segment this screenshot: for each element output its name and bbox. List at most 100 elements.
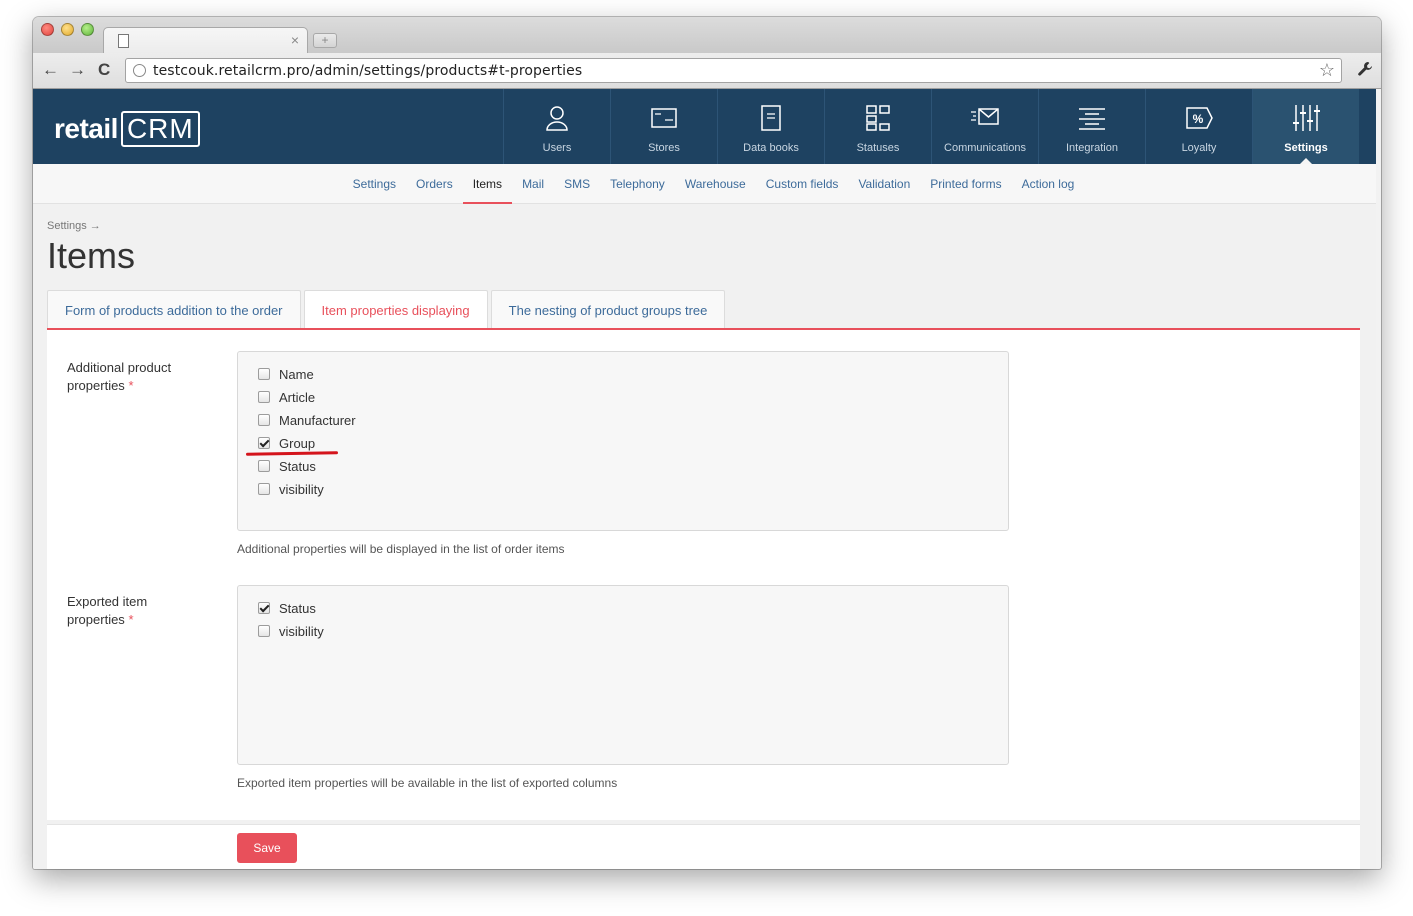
checkbox-checked[interactable] [258, 437, 270, 449]
nav-label: Loyalty [1181, 142, 1217, 154]
nav-item-statuses[interactable]: Statuses [824, 89, 931, 164]
close-window-button[interactable] [41, 23, 54, 36]
checkbox-label: Status [279, 600, 316, 616]
page-icon [118, 34, 129, 48]
label-text: Additional product properties [67, 360, 172, 393]
book-icon [761, 105, 781, 131]
checkbox-row-group[interactable]: Group [258, 433, 315, 453]
subnav-action-log[interactable]: Action log [1012, 164, 1085, 204]
subnav-settings[interactable]: Settings [343, 164, 406, 204]
label-text: Exported item properties [67, 594, 148, 627]
exported-properties-hint: Exported item properties will be availab… [237, 776, 618, 790]
additional-properties-box: Name Article Manufacturer Group Status v… [237, 351, 1009, 531]
page-tabs: Form of products addition to the order I… [47, 290, 728, 328]
subnav-sms[interactable]: SMS [554, 164, 600, 204]
sub-navigation: Settings Orders Items Mail SMS Telephony… [33, 164, 1376, 204]
additional-properties-label: Additional product properties * [67, 359, 207, 395]
nav-item-stores[interactable]: Stores [610, 89, 717, 164]
required-mark: * [128, 378, 134, 393]
checkbox-label: Article [279, 389, 316, 405]
integration-icon [1079, 108, 1105, 130]
bookmark-star-icon[interactable]: ☆ [1319, 60, 1335, 81]
exported-properties-box: Status visibility [237, 585, 1009, 765]
svg-text:%: % [1193, 112, 1204, 126]
nav-item-settings[interactable]: Settings [1252, 89, 1359, 164]
checkbox[interactable] [258, 460, 270, 472]
nav-label: Settings [1284, 142, 1328, 154]
checkbox-label: Group [279, 435, 316, 451]
subnav-items[interactable]: Items [462, 164, 513, 204]
subnav-warehouse[interactable]: Warehouse [675, 164, 756, 204]
tab-item-properties[interactable]: Item properties displaying [303, 290, 488, 328]
subnav-orders[interactable]: Orders [406, 164, 463, 204]
additional-properties-hint: Additional properties will be displayed … [237, 542, 565, 556]
new-tab-button[interactable]: + [313, 33, 337, 48]
app-header: retailCRM Users Stores Data books Statu [33, 89, 1376, 164]
browser-window: × + ← → C testcouk.retailcrm.pro/admin/s… [33, 17, 1381, 869]
checkbox-row-article[interactable]: Article [258, 387, 315, 407]
required-mark: * [128, 612, 134, 627]
user-icon [546, 106, 568, 131]
nav-label: Integration [1066, 142, 1118, 154]
subnav-validation[interactable]: Validation [848, 164, 920, 204]
checkbox-row-status[interactable]: Status [258, 598, 316, 618]
logo-prefix: retail [54, 113, 118, 144]
url-text[interactable]: testcouk.retailcrm.pro/admin/settings/pr… [153, 63, 582, 79]
statuses-icon [866, 105, 890, 131]
page-title: Items [47, 235, 136, 276]
nav-label: Data books [743, 142, 799, 154]
checkbox-label: visibility [279, 623, 324, 639]
checkbox[interactable] [258, 414, 270, 426]
subnav-mail[interactable]: Mail [512, 164, 554, 204]
mail-icon [971, 108, 999, 125]
checkbox-row-manufacturer[interactable]: Manufacturer [258, 410, 356, 430]
wrench-icon[interactable] [1357, 61, 1373, 82]
checkbox[interactable] [258, 368, 270, 380]
browser-toolbar: ← → C testcouk.retailcrm.pro/admin/setti… [33, 53, 1381, 89]
forward-arrow-icon[interactable]: → [69, 60, 86, 80]
checkbox-label: Name [279, 366, 314, 382]
reload-icon[interactable]: C [98, 60, 110, 80]
nav-label: Users [542, 142, 572, 154]
nav-item-communications[interactable]: Communications [931, 89, 1038, 164]
checkbox[interactable] [258, 391, 270, 403]
checkbox-row-name[interactable]: Name [258, 364, 314, 384]
checkbox-row-status[interactable]: Status [258, 456, 316, 476]
breadcrumb[interactable]: Settings → [47, 220, 101, 232]
browser-titlebar: × + [33, 17, 1381, 54]
retailcrm-logo[interactable]: retail CRM [54, 111, 200, 147]
tab-form-of-products[interactable]: Form of products addition to the order [47, 290, 301, 328]
sliders-icon [1293, 105, 1320, 131]
subnav-telephony[interactable]: Telephony [600, 164, 675, 204]
tab-nesting-groups[interactable]: The nesting of product groups tree [490, 290, 726, 328]
address-bar[interactable]: testcouk.retailcrm.pro/admin/settings/pr… [125, 58, 1342, 83]
back-arrow-icon[interactable]: ← [42, 60, 59, 80]
nav-label: Communications [944, 142, 1026, 154]
checkbox-row-visibility[interactable]: visibility [258, 621, 324, 641]
logo-suffix: CRM [120, 111, 200, 147]
checkbox-row-visibility[interactable]: visibility [258, 479, 324, 499]
app-viewport: retailCRM Users Stores Data books Statu [33, 89, 1376, 869]
checkbox-label: Status [279, 458, 316, 474]
checkbox[interactable] [258, 483, 270, 495]
nav-label: Stores [648, 142, 680, 154]
minimize-window-button[interactable] [61, 23, 74, 36]
nav-item-integration[interactable]: Integration [1038, 89, 1145, 164]
settings-panel: Additional product properties * Name Art… [47, 330, 1360, 820]
zoom-window-button[interactable] [81, 23, 94, 36]
tab-close-icon[interactable]: × [291, 32, 299, 48]
save-button[interactable]: Save [237, 833, 297, 863]
store-icon [651, 108, 677, 128]
nav-item-users[interactable]: Users [503, 89, 610, 164]
form-footer: Save [47, 824, 1360, 869]
checkbox-checked[interactable] [258, 602, 270, 614]
subnav-custom-fields[interactable]: Custom fields [756, 164, 849, 204]
nav-item-data-books[interactable]: Data books [717, 89, 824, 164]
globe-icon [133, 64, 146, 77]
nav-item-loyalty[interactable]: % Loyalty [1145, 89, 1252, 164]
checkbox[interactable] [258, 625, 270, 637]
percent-icon: % [1186, 107, 1213, 129]
browser-tab[interactable]: × [103, 27, 308, 54]
subnav-printed-forms[interactable]: Printed forms [920, 164, 1011, 204]
main-nav: Users Stores Data books Statuses Communi… [503, 89, 1359, 164]
